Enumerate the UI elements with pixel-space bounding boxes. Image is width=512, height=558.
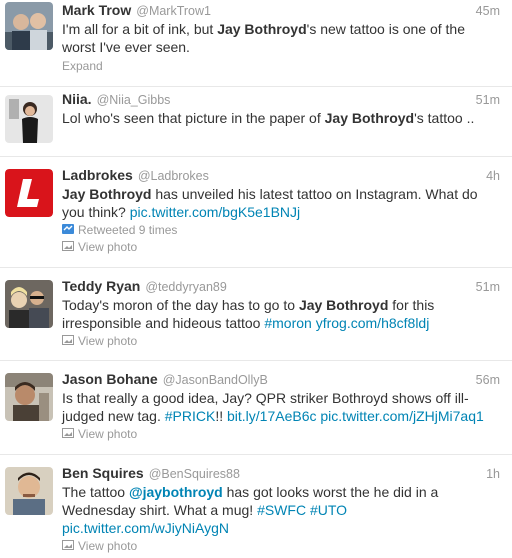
tweet-link[interactable]: yfrog.com/h8cf8ldj (316, 315, 430, 331)
tweet-fullname[interactable]: Jason Bohane (62, 371, 158, 387)
tweet-timestamp[interactable]: 1h (486, 467, 500, 481)
tweet-footer: View photo (62, 426, 500, 443)
avatar-photo-woman (5, 95, 53, 143)
highlighted-keyword: Jay Bothroyd (298, 297, 389, 313)
tweet-text-segment: I'm all for a bit of ink, but (62, 21, 218, 37)
tweet-link[interactable]: pic.twitter.com/jZHjMi7aq1 (320, 408, 483, 424)
avatar[interactable] (5, 280, 53, 328)
avatar-photo-group (5, 280, 53, 328)
tweet-text: Lol who's seen that picture in the paper… (62, 109, 500, 127)
tweet-fullname[interactable]: Niia. (62, 91, 92, 107)
hashtag-link[interactable]: #moron (264, 315, 311, 331)
avatar[interactable] (5, 2, 53, 50)
highlighted-keyword: Jay Bothroyd (62, 186, 152, 202)
tweet-item[interactable]: Mark Trow @MarkTrow1 45m I'm all for a b… (0, 0, 512, 87)
retweet-icon (62, 222, 74, 239)
tweet-username[interactable]: @teddyryan89 (145, 280, 227, 294)
tweet-header: Jason Bohane @JasonBandOllyB 56m (62, 371, 500, 387)
tweet-link[interactable]: pic.twitter.com/wJiyNiAygN (62, 520, 229, 536)
tweet-footer: Expand (62, 58, 500, 75)
tweet-item[interactable]: Ladbrokes @Ladbrokes 4h Jay Bothroyd has… (0, 157, 512, 268)
tweet-timestamp[interactable]: 56m (476, 373, 500, 387)
tweet-footer: View photo (62, 333, 500, 350)
avatar[interactable] (5, 169, 53, 217)
ladbrokes-logo-icon (5, 169, 53, 217)
tweet-item[interactable]: Jason Bohane @JasonBandOllyB 56m Is that… (0, 361, 512, 455)
tweet-username[interactable]: @MarkTrow1 (136, 4, 211, 18)
view-photo-link[interactable]: View photo (78, 538, 137, 555)
tweet-username[interactable]: @Niia_Gibbs (97, 93, 171, 107)
avatar[interactable] (5, 467, 53, 515)
tweet-username[interactable]: @JasonBandOllyB (163, 373, 268, 387)
tweet-text: The tattoo @jaybothroyd has got looks wo… (62, 483, 500, 537)
tweet-header: Teddy Ryan @teddyryan89 51m (62, 278, 500, 294)
tweet-header: Niia. @Niia_Gibbs 51m (62, 91, 500, 107)
tweet-fullname[interactable]: Ladbrokes (62, 167, 133, 183)
highlighted-keyword: Jay Bothroyd (324, 110, 415, 126)
tweet-text: Is that really a good idea, Jay? QPR str… (62, 389, 500, 425)
retweet-count: Retweeted 9 times (62, 222, 500, 239)
tweet-footer: View photo (62, 538, 500, 555)
tweet-item[interactable]: Ben Squires @BenSquires88 1h The tattoo … (0, 455, 512, 558)
highlighted-keyword: Jay Bothroyd (217, 21, 307, 37)
tweet-header: Mark Trow @MarkTrow1 45m (62, 2, 500, 18)
expand-link[interactable]: Expand (62, 58, 103, 75)
photo-icon (62, 333, 74, 350)
photo-icon (62, 538, 74, 555)
avatar-photo-man (5, 467, 53, 515)
avatar[interactable] (5, 373, 53, 421)
tweet-username[interactable]: @Ladbrokes (138, 169, 209, 183)
tweet-link[interactable]: bit.ly/17AeB6c (227, 408, 317, 424)
tweet-header: Ben Squires @BenSquires88 1h (62, 465, 500, 481)
photo-icon (62, 426, 74, 443)
view-photo-link[interactable]: View photo (78, 333, 137, 350)
tweet-text-segment: 's tattoo .. (414, 110, 475, 126)
hashtag-link[interactable]: #PRICK (165, 408, 216, 424)
tweet-item[interactable]: Niia. @Niia_Gibbs 51m Lol who's seen tha… (0, 87, 512, 157)
retweet-count-label[interactable]: Retweeted 9 times (78, 222, 177, 239)
tweet-item[interactable]: Teddy Ryan @teddyryan89 51m Today's moro… (0, 268, 512, 361)
avatar-photo-man (5, 373, 53, 421)
tweet-text: Jay Bothroyd has unveiled his latest tat… (62, 185, 500, 221)
tweet-fullname[interactable]: Teddy Ryan (62, 278, 140, 294)
tweet-text: Today's moron of the day has to go to Ja… (62, 296, 500, 332)
tweet-timestamp[interactable]: 51m (476, 93, 500, 107)
tweet-header: Ladbrokes @Ladbrokes 4h (62, 167, 500, 183)
mention-link[interactable]: @jaybothroyd (129, 484, 223, 500)
tweet-fullname[interactable]: Mark Trow (62, 2, 131, 18)
tweet-footer: View photo (62, 239, 500, 256)
tweet-text-segment: !! (215, 408, 227, 424)
view-photo-link[interactable]: View photo (78, 426, 137, 443)
tweet-timestamp[interactable]: 4h (486, 169, 500, 183)
photo-icon (62, 239, 74, 256)
tweet-link[interactable]: pic.twitter.com/bgK5e1BNJj (130, 204, 300, 220)
tweet-text: I'm all for a bit of ink, but Jay Bothro… (62, 20, 500, 56)
tweet-text-segment: Lol who's seen that picture in the paper… (62, 110, 325, 126)
tweet-feed: Mark Trow @MarkTrow1 45m I'm all for a b… (0, 0, 512, 558)
tweet-text-segment: The tattoo (62, 484, 129, 500)
avatar-photo-two-men (5, 2, 53, 50)
tweet-text-segment: Today's moron of the day has to go to (62, 297, 299, 313)
tweet-fullname[interactable]: Ben Squires (62, 465, 144, 481)
view-photo-link[interactable]: View photo (78, 239, 137, 256)
hashtag-link[interactable]: #UTO (310, 502, 347, 518)
tweet-timestamp[interactable]: 45m (476, 4, 500, 18)
avatar[interactable] (5, 95, 53, 143)
hashtag-link[interactable]: #SWFC (257, 502, 306, 518)
tweet-username[interactable]: @BenSquires88 (149, 467, 240, 481)
tweet-timestamp[interactable]: 51m (476, 280, 500, 294)
